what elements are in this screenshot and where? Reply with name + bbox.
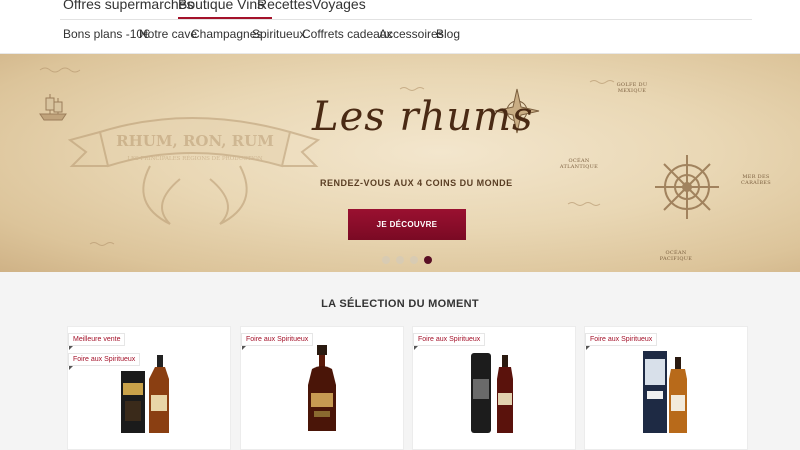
- top-nav-boutique-vins[interactable]: Boutique Vins: [178, 0, 264, 12]
- whisky-bottle-with-box-icon: [643, 351, 687, 433]
- rum-bottle-with-box-icon: [121, 355, 169, 433]
- badge-foire-spiritueux: Foire aux Spiritueux: [413, 333, 486, 350]
- ship-wheel-illustration: [655, 155, 719, 219]
- carousel-dot-3[interactable]: [410, 256, 418, 264]
- discover-button[interactable]: JE DÉCOUVRE: [348, 209, 466, 240]
- map-label-gulf: GOLFE DU MEXIQUE: [616, 82, 648, 94]
- badge-best-seller: Meilleure vente: [68, 333, 126, 350]
- map-label-caribbean: MER DES CARAÏBES: [741, 174, 771, 186]
- carousel-pagination: [382, 256, 432, 264]
- hero-subtitle: RENDEZ-VOUS AUX 4 COINS DU MONDE: [320, 178, 513, 188]
- top-nav-voyages[interactable]: Voyages: [312, 0, 366, 12]
- section-title: LA SÉLECTION DU MOMENT: [321, 298, 479, 310]
- ship-illustration: [39, 94, 67, 121]
- top-nav-recettes[interactable]: Recettes: [257, 0, 312, 12]
- ribbon-banner-subtitle: LES PRINCIPALES RÉGIONS DE PRODUCTION: [127, 154, 262, 162]
- product-image: [585, 349, 747, 435]
- subnav-bons-plans[interactable]: Bons plans -10€: [63, 27, 150, 41]
- subnav-accessoires[interactable]: Accessoires: [379, 27, 444, 41]
- map-label-atlantic: OCÉAN ATLANTIQUE: [559, 158, 599, 170]
- top-navigation: Offres supermarchés Boutique Vins Recett…: [0, 0, 800, 20]
- subnav-notre-cave[interactable]: Notre cave: [139, 27, 197, 41]
- carousel-dot-1[interactable]: [382, 256, 390, 264]
- ribbon-banner-title: RHUM, RON, RUM: [116, 132, 274, 150]
- product-card-1[interactable]: Meilleure vente Foire aux Spiritueux: [67, 326, 231, 450]
- active-tab-underline: [178, 17, 272, 19]
- category-navigation: Bons plans -10€ Notre cave Champagnes Sp…: [0, 20, 800, 54]
- rum-bottle-with-tube-icon: [471, 353, 513, 433]
- product-image: [68, 355, 230, 435]
- product-image: [241, 345, 403, 435]
- hero-title: Les rhums: [312, 94, 534, 140]
- subnav-blog[interactable]: Blog: [436, 27, 460, 41]
- product-card-2[interactable]: Foire aux Spiritueux: [240, 326, 404, 450]
- carousel-dot-2[interactable]: [396, 256, 404, 264]
- ribbon-banner-illustration: RHUM, RON, RUM LES PRINCIPALES RÉGIONS D…: [67, 117, 321, 225]
- product-image: [413, 349, 575, 435]
- product-card-4[interactable]: Foire aux Spiritueux: [584, 326, 748, 450]
- product-card-3[interactable]: Foire aux Spiritueux: [412, 326, 576, 450]
- hero-banner[interactable]: RHUM, RON, RUM LES PRINCIPALES RÉGIONS D…: [0, 54, 800, 272]
- top-nav-offres-supermarches[interactable]: Offres supermarchés: [63, 0, 193, 12]
- badge-foire-spiritueux: Foire aux Spiritueux: [585, 333, 658, 350]
- map-label-pacific: OCÉAN PACIFIQUE: [659, 250, 693, 262]
- subnav-spiritueux[interactable]: Spiritueux: [252, 27, 305, 41]
- carousel-dot-4-active[interactable]: [424, 256, 432, 264]
- rum-bottle-icon: [308, 345, 336, 431]
